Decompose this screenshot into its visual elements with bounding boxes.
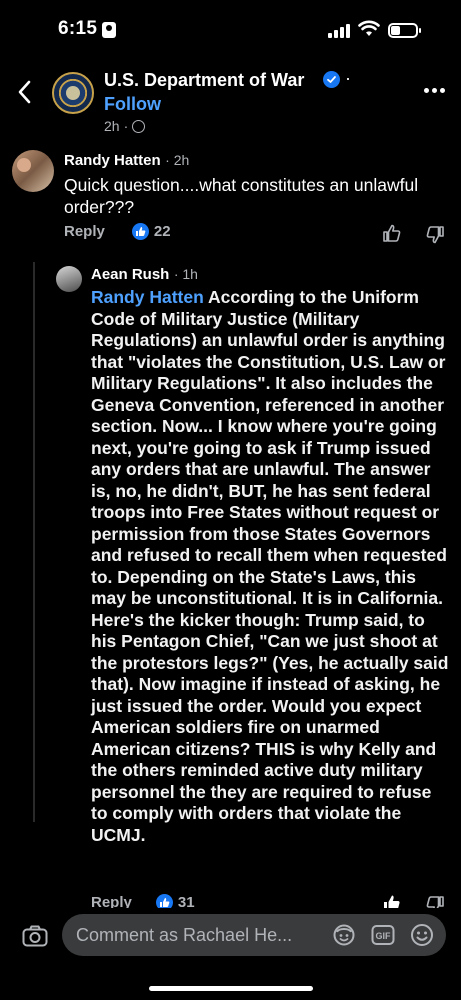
page-avatar[interactable] [52,72,94,114]
post-header: U.S. Department of War · Follow 2h · [0,58,461,144]
title-separator: · [345,68,351,88]
status-time: 6:15 [58,18,98,39]
gif-icon[interactable]: GIF [371,923,395,947]
cellular-signal-icon [328,24,350,38]
post-age: 2h [104,118,120,134]
verified-badge-icon [323,71,340,88]
status-bar: 6:15 [0,0,461,58]
replier-avatar[interactable] [56,266,82,292]
post-meta: 2h · [104,118,146,134]
wifi-icon [358,20,380,38]
thread-connector [33,262,35,822]
comment-placeholder: Comment as Rachael He... [76,925,293,945]
more-options-icon[interactable] [424,88,446,94]
mention-link[interactable]: Randy Hatten [91,287,204,307]
comment-body: According to the Uniform Code of Militar… [91,287,449,845]
emoji-icon[interactable] [410,923,434,947]
comment-text: Randy Hatten According to the Uniform Co… [91,287,451,846]
back-arrow-icon[interactable] [14,78,38,106]
comment-header: Randy Hatten · 2h [64,152,189,170]
follow-button[interactable]: Follow [104,94,161,115]
comment-input[interactable]: Comment as Rachael He... GIF [62,914,446,956]
like-reaction-icon [131,223,149,240]
page-title[interactable]: U.S. Department of War [104,70,304,91]
comment-author[interactable]: Randy Hatten [64,152,161,169]
id-badge-icon [102,22,116,38]
comment-age: · 2h [165,152,190,168]
svg-text:GIF: GIF [376,931,392,941]
commenter-avatar[interactable] [12,150,54,192]
reply-button[interactable]: Reply [64,223,105,240]
meta-separator: · [123,118,129,134]
thumbs-down-icon[interactable] [425,225,445,245]
home-indicator [149,986,313,991]
comment-header: Aean Rush · 1h [91,266,198,284]
globe-icon [132,119,146,133]
comment-text: Quick question....what constitutes an un… [64,175,419,217]
comment-actions: Reply 22 [64,223,171,240]
comment-author[interactable]: Aean Rush [91,266,169,283]
battery-icon [388,23,421,38]
avatar-sticker-icon[interactable] [332,923,356,947]
camera-icon[interactable] [22,925,48,947]
like-count[interactable]: 22 [154,223,171,240]
comment-age: · 1h [173,266,198,282]
thumbs-up-icon[interactable] [382,223,402,243]
comment-composer: Comment as Rachael He... GIF [0,908,461,1000]
